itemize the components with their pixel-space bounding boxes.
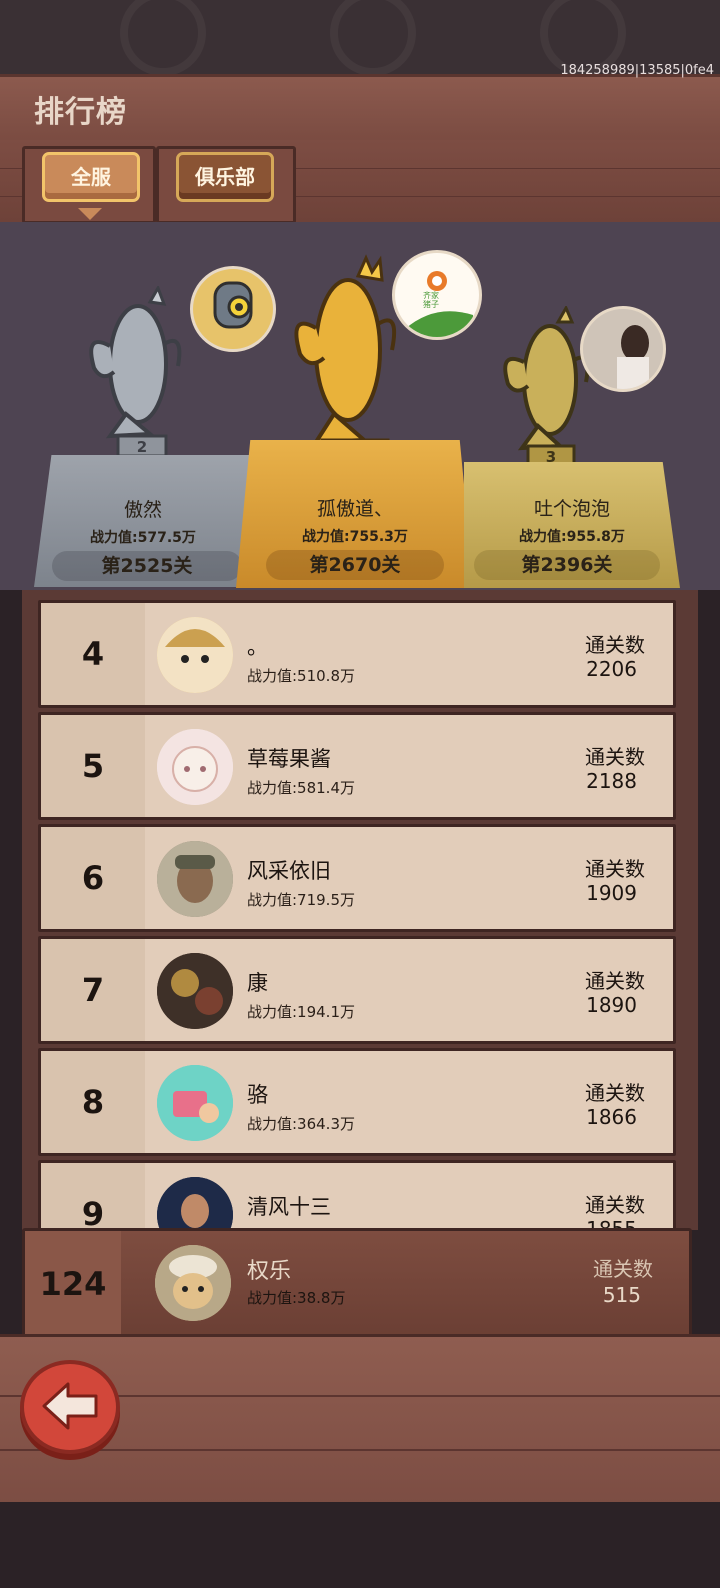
avatar-art-icon bbox=[157, 953, 233, 1029]
avatar bbox=[157, 729, 233, 805]
avatar bbox=[157, 617, 233, 693]
avatar-1st[interactable]: 齐家 猪子 bbox=[392, 250, 482, 340]
my-clear-count: 515 bbox=[602, 1283, 641, 1307]
podium-step-3rd: 吐个泡泡 战力值:955.8万 第2396关 bbox=[464, 462, 680, 588]
tab-all-server[interactable]: 全服 bbox=[42, 152, 140, 202]
clear-count: 2188 bbox=[586, 769, 637, 793]
player-name: 康 bbox=[247, 971, 268, 995]
bronze-fish-trophy-icon: 3 bbox=[503, 306, 590, 468]
logo-text-line: 齐家 bbox=[423, 291, 439, 300]
decor-ring bbox=[330, 0, 416, 76]
avatar-chopper-icon bbox=[157, 1065, 233, 1141]
avatar bbox=[157, 1065, 233, 1141]
clear-count-label: 通关数 bbox=[585, 857, 645, 881]
clear-count: 1890 bbox=[586, 993, 637, 1017]
avatar bbox=[157, 1177, 233, 1230]
list-item[interactable]: 8 骆 战力值:364.3万 通关数 1866 bbox=[38, 1048, 676, 1156]
player-power: 战力值:577.5万 bbox=[90, 530, 196, 546]
avatar-3rd[interactable] bbox=[580, 306, 666, 392]
player-name: 。 bbox=[247, 635, 268, 659]
avatar bbox=[155, 1245, 231, 1321]
gold-fish-trophy-icon: 1 bbox=[294, 254, 397, 468]
page-title: 排行榜 bbox=[34, 95, 127, 130]
list-item[interactable]: 4 。 战力值:510.8万 通关数 2206 bbox=[38, 600, 676, 708]
player-level: 第2670关 bbox=[266, 550, 444, 580]
bottom-decor-band bbox=[0, 1502, 720, 1588]
player-level: 第2525关 bbox=[52, 551, 242, 581]
avatar-photo-icon bbox=[583, 309, 663, 389]
back-button[interactable] bbox=[20, 1360, 120, 1454]
player-name: 孤傲道、 bbox=[316, 498, 393, 520]
avatar-fish-icon bbox=[213, 281, 253, 329]
header: 排行榜 184258989|13585|0fe4 bbox=[0, 63, 720, 146]
player-name: 清风十三 bbox=[247, 1195, 331, 1219]
my-rank-number: 124 bbox=[25, 1231, 121, 1337]
podium-step-2nd: 傲然 战力值:577.5万 第2525关 bbox=[34, 455, 252, 587]
list-item[interactable]: 6 风采依旧 战力值:719.5万 通关数 1909 bbox=[38, 824, 676, 932]
decor-ring bbox=[120, 0, 206, 76]
build-id: 184258989|13585|0fe4 bbox=[560, 63, 714, 78]
avatar bbox=[157, 953, 233, 1029]
logo-text: 齐家 猪子 bbox=[423, 291, 439, 309]
list-item[interactable]: 5 草莓果酱 战力值:581.4万 通关数 2188 bbox=[38, 712, 676, 820]
player-power: 战力值:955.8万 bbox=[519, 529, 625, 545]
clear-count: 1866 bbox=[586, 1105, 637, 1129]
tab-club[interactable]: 俱乐部 bbox=[176, 152, 274, 202]
player-name: 骆 bbox=[247, 1083, 268, 1107]
player-level: 第2396关 bbox=[474, 550, 660, 580]
my-power: 战力值:38.8万 bbox=[247, 1289, 346, 1307]
clear-count: 1909 bbox=[586, 881, 637, 905]
silver-fish-trophy-icon: 2 bbox=[89, 286, 182, 458]
player-name: 风采依旧 bbox=[247, 859, 331, 883]
avatar-photo-icon bbox=[157, 1177, 233, 1230]
player-power: 战力值:510.8万 bbox=[247, 667, 355, 685]
player-power: 战力值:755.3万 bbox=[302, 529, 408, 545]
rank-number: 6 bbox=[41, 827, 145, 929]
player-power: 战力值:581.4万 bbox=[247, 779, 355, 797]
player-power: 战力值:719.5万 bbox=[247, 891, 355, 909]
arrow-left-icon bbox=[42, 1382, 98, 1430]
clear-count-label: 通关数 bbox=[585, 969, 645, 993]
clear-count-label: 通关数 bbox=[593, 1257, 653, 1281]
player-power: 战力值:364.3万 bbox=[247, 1115, 355, 1133]
player-name: 傲然 bbox=[123, 499, 162, 521]
rank-number: 7 bbox=[41, 939, 145, 1041]
avatar-2nd[interactable] bbox=[190, 266, 276, 352]
clear-count: 2206 bbox=[586, 657, 637, 681]
list-item[interactable]: 9 清风十三 通关数 1855 bbox=[38, 1160, 676, 1230]
my-name: 权乐 bbox=[247, 1259, 292, 1284]
avatar-dog-icon bbox=[155, 1245, 231, 1321]
clear-count-label: 通关数 bbox=[585, 745, 645, 769]
rank-number: 5 bbox=[41, 715, 145, 817]
active-tab-pointer bbox=[78, 208, 102, 220]
clear-count-label: 通关数 bbox=[585, 633, 645, 657]
clear-count-label: 通关数 bbox=[585, 1193, 645, 1217]
my-rank-bar[interactable]: 124 权乐 战力值:38.8万 通关数 515 bbox=[22, 1228, 692, 1340]
player-name: 草莓果酱 bbox=[247, 747, 331, 771]
player-name: 吐个泡泡 bbox=[533, 498, 610, 520]
rank-number: 9 bbox=[41, 1163, 145, 1230]
podium-step-1st: 孤傲道、 战力值:755.3万 第2670关 bbox=[236, 440, 474, 588]
avatar-photo-icon bbox=[157, 841, 233, 917]
clear-count-label: 通关数 bbox=[585, 1081, 645, 1105]
list-item[interactable]: 7 康 战力值:194.1万 通关数 1890 bbox=[38, 936, 676, 1044]
ranking-list[interactable]: 4 。 战力值:510.8万 通关数 2206 5 草莓果酱 战力值:581.4… bbox=[22, 590, 698, 1230]
avatar bbox=[157, 841, 233, 917]
avatar-anime-icon bbox=[157, 729, 233, 805]
player-power: 战力值:194.1万 bbox=[247, 1003, 355, 1021]
rank-number: 4 bbox=[41, 603, 145, 705]
logo-text-line: 猪子 bbox=[423, 300, 439, 309]
rank-number: 8 bbox=[41, 1051, 145, 1153]
avatar-cartoon-icon bbox=[157, 617, 233, 693]
svg-text:2: 2 bbox=[137, 438, 147, 456]
